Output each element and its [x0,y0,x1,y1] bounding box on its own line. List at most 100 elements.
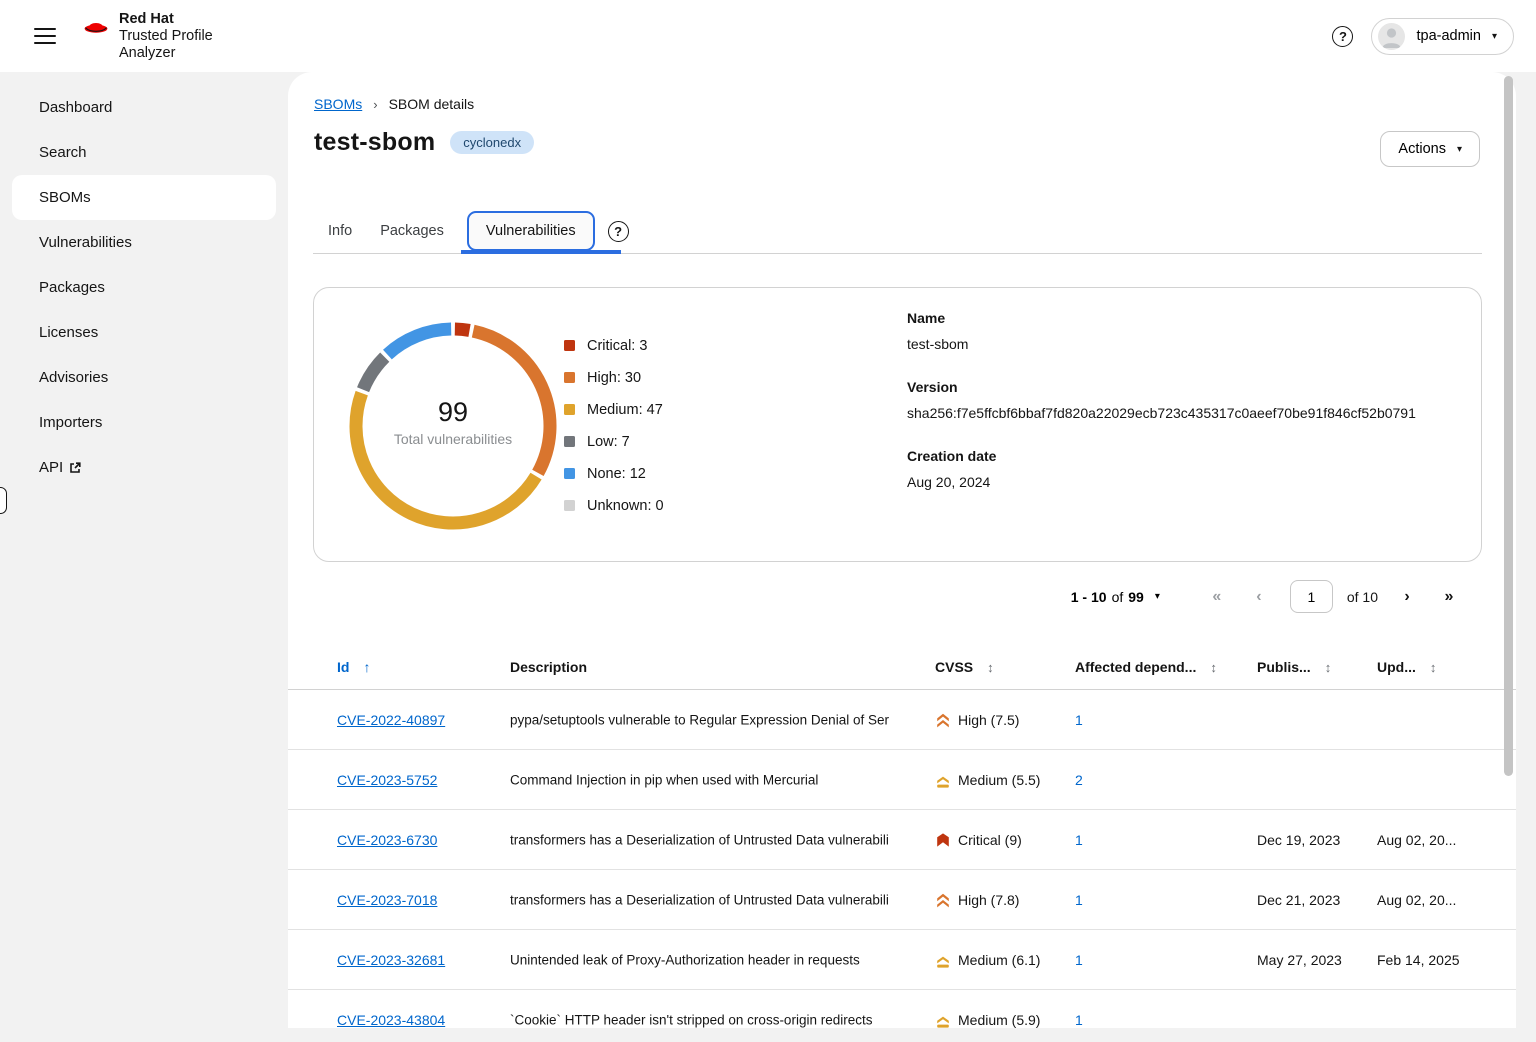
user-menu[interactable]: tpa-admin ▾ [1371,18,1514,55]
last-page-button[interactable]: » [1428,588,1470,606]
previous-page-button[interactable]: ‹ [1238,588,1280,606]
table-header: Id↑DescriptionCVSS↕Affected depend...↕Pu… [288,648,1516,690]
legend-swatch-icon [564,436,575,447]
actions-button[interactable]: Actions ▾ [1380,131,1480,167]
legend-label: Low: 7 [587,434,630,450]
cve-link[interactable]: CVE-2023-6730 [337,832,437,848]
sort-icon[interactable]: ↕ [1325,660,1332,675]
sidebar-item-dashboard[interactable]: Dashboard [12,85,276,130]
donut-segment-none [387,329,451,355]
column-header-publis[interactable]: Publis... ↕ [1257,659,1331,675]
first-page-button[interactable]: « [1196,588,1238,606]
sort-icon[interactable]: ↕ [1430,660,1437,675]
published-date: May 27, 2023 [1257,952,1342,968]
vulnerabilities-donut-chart: 99 Total vulnerabilities [348,321,558,531]
column-header-upd[interactable]: Upd... ↕ [1377,659,1436,675]
cvss-label: Medium (6.1) [958,952,1040,968]
sidebar-item-search[interactable]: Search [12,130,276,175]
column-header-affected-depend[interactable]: Affected depend... ↕ [1075,659,1217,675]
sort-icon[interactable]: ↕ [1210,660,1217,675]
tab-info[interactable]: Info [314,223,366,239]
sidebar-item-advisories[interactable]: Advisories [12,355,276,400]
help-icon[interactable]: ? [1332,26,1353,47]
legend-label: Critical: 3 [587,338,647,354]
bottom-strip [0,1028,1536,1042]
table-row: CVE-2022-40897pypa/setuptools vulnerable… [288,690,1516,750]
cvss-label: Medium (5.9) [958,1012,1040,1028]
affected-dependencies-link[interactable]: 2 [1075,772,1083,788]
severity-high-icon [935,892,951,908]
column-header-cvss[interactable]: CVSS↕ [935,659,994,675]
sidebar-item-sboms[interactable]: SBOMs [12,175,276,220]
sidebar-item-importers[interactable]: Importers [12,400,276,445]
breadcrumb: SBOMs › SBOM details [314,96,474,112]
cve-link[interactable]: CVE-2022-40897 [337,712,445,728]
legend-label: None: 12 [587,466,646,482]
cve-link[interactable]: CVE-2023-7018 [337,892,437,908]
pagination-of-word: of [1112,589,1124,605]
legend-swatch-icon [564,468,575,479]
cvss-cell: Critical (9) [935,832,1022,848]
legend-swatch-icon [564,500,575,511]
content-panel: SBOMs › SBOM details test-sbom cyclonedx… [288,72,1516,1042]
table-row: CVE-2023-32681 Unintended leak of Proxy-A… [288,930,1516,990]
breadcrumb-separator-icon: › [373,97,377,112]
affected-dependencies-link[interactable]: 1 [1075,1012,1083,1028]
donut-caption: Total vulnerabilities [348,431,558,447]
sidebar-item-licenses[interactable]: Licenses [12,310,276,355]
left-drawer-handle[interactable] [0,487,7,514]
cve-link[interactable]: CVE-2023-32681 [337,952,445,968]
cvss-cell: High (7.8) [935,892,1019,908]
vulnerability-description: Unintended leak of Proxy-Authorization h… [510,952,928,967]
sidebar-item-label: Advisories [39,369,108,386]
scrollbar[interactable] [1504,76,1513,776]
column-label: Affected depend... [1075,659,1196,675]
page-title: test-sbom [314,128,435,157]
tab-help-icon[interactable]: ? [608,221,629,242]
cve-link[interactable]: CVE-2023-5752 [337,772,437,788]
brand-line1: Red Hat [119,11,213,28]
column-label: Upd... [1377,659,1416,675]
pagination-range: 1 - 10 [1071,589,1107,605]
affected-dependencies-link[interactable]: 1 [1075,952,1083,968]
affected-dependencies-link[interactable]: 1 [1075,892,1083,908]
tab-packages[interactable]: Packages [366,223,458,239]
donut-total: 99 [348,397,558,428]
detail-value: sha256:f7e5ffcbf6bbaf7fd820a22029ecb723c… [907,405,1416,421]
cve-link[interactable]: CVE-2023-43804 [337,1012,445,1028]
vulnerability-description: Command Injection in pip when used with … [510,772,928,787]
severity-critical-icon [935,832,951,848]
brand-logo: Red Hat Trusted Profile Analyzer [82,11,213,62]
chevron-down-icon: ▾ [1155,591,1160,602]
severity-medium-icon [935,1012,951,1028]
menu-toggle-button[interactable] [34,28,56,44]
legend-swatch-icon [564,340,575,351]
legend-item-low: Low: 7 [564,431,664,452]
sort-ascending-icon[interactable]: ↑ [363,659,370,675]
sort-icon[interactable]: ↕ [987,660,994,675]
sidebar-item-api[interactable]: API [12,445,276,490]
legend-item-medium: Medium: 47 [564,399,664,420]
affected-dependencies-link[interactable]: 1 [1075,712,1083,728]
active-tab-underline [461,250,621,254]
breadcrumb-sboms-link[interactable]: SBOMs [314,96,362,112]
table-row: CVE-2023-6730transformers has a Deserial… [288,810,1516,870]
tabs: InfoPackages Vulnerabilities? [314,208,629,254]
affected-dependencies-link[interactable]: 1 [1075,832,1083,848]
tab-vulnerabilities[interactable]: Vulnerabilities [467,211,595,251]
sidebar-item-packages[interactable]: Packages [12,265,276,310]
published-date: Dec 19, 2023 [1257,832,1340,848]
vulnerability-description: `Cookie` HTTP header isn't stripped on c… [510,1012,928,1027]
column-header-description: Description [510,659,587,675]
pagination-menu[interactable]: 1 - 10 of 99 ▾ [1065,588,1166,606]
page-number-input[interactable] [1290,580,1333,613]
cvss-cell: Medium (5.5) [935,772,1040,788]
column-header-id[interactable]: Id↑ [337,659,370,675]
column-label: Publis... [1257,659,1311,675]
sbom-details: Nametest-sbomVersionsha256:f7e5ffcbf6bba… [907,310,1416,517]
legend-item-high: High: 30 [564,367,664,388]
next-page-button[interactable]: › [1386,588,1428,606]
actions-label: Actions [1398,141,1446,157]
pagination: 1 - 10 of 99 ▾ « ‹ of 10 › » [1065,580,1470,613]
sidebar-item-vulnerabilities[interactable]: Vulnerabilities [12,220,276,265]
